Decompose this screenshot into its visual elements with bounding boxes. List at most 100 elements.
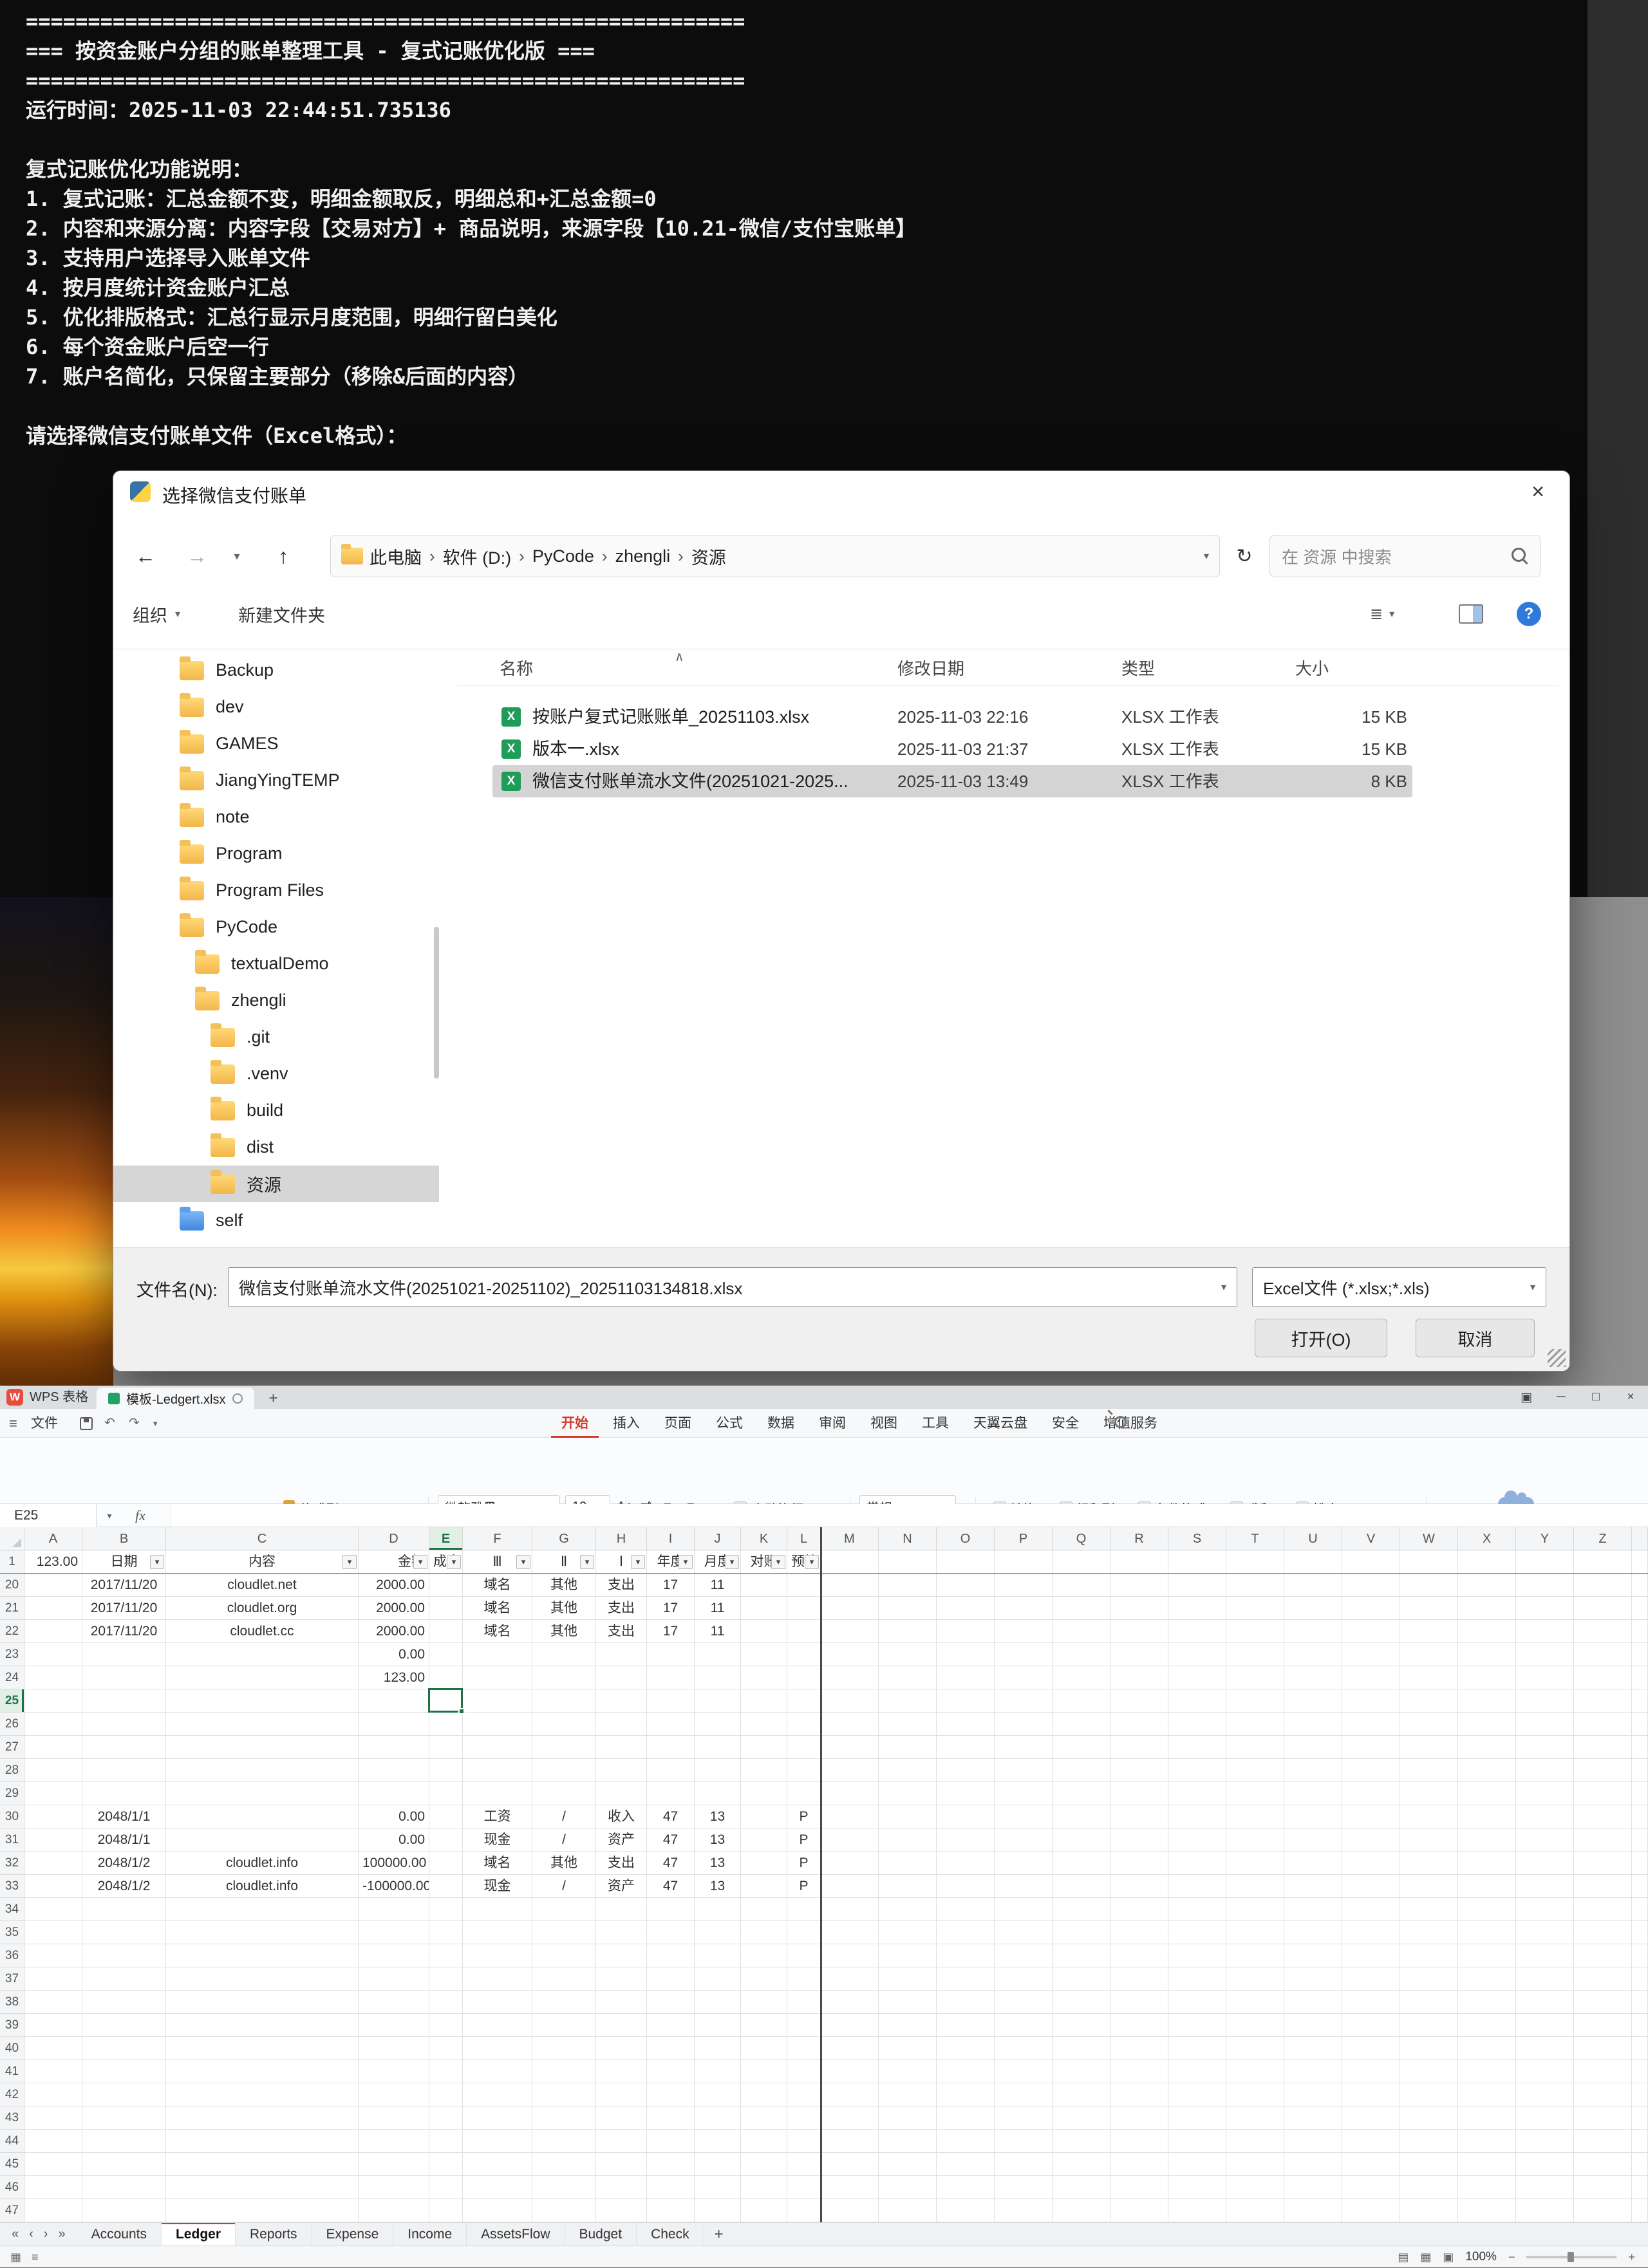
cell-L43[interactable] (787, 2106, 821, 2130)
cell-W21[interactable] (1400, 1597, 1458, 1620)
cell-G22[interactable]: 其他 (532, 1620, 596, 1643)
column-header-U[interactable]: U (1284, 1527, 1342, 1550)
cell-W1[interactable] (1400, 1550, 1458, 1574)
cell-W24[interactable] (1400, 1666, 1458, 1689)
cell-F21[interactable]: 域名 (463, 1597, 532, 1620)
cell-M47[interactable] (821, 2199, 879, 2222)
sidebar-item-textualDemo[interactable]: textualDemo (113, 945, 439, 982)
cell-H41[interactable] (596, 2060, 647, 2083)
zoom-slider-thumb[interactable] (1568, 2252, 1574, 2262)
cell-Z24[interactable] (1574, 1666, 1632, 1689)
cell-V29[interactable] (1342, 1782, 1400, 1805)
cell-A41[interactable] (24, 2060, 82, 2083)
cell-A33[interactable] (24, 1875, 82, 1898)
row-header-31[interactable]: 31 (0, 1828, 24, 1852)
cell-N36[interactable] (879, 1944, 937, 1967)
cell-A29[interactable] (24, 1782, 82, 1805)
cell-P43[interactable] (995, 2106, 1053, 2130)
cell-X28[interactable] (1458, 1759, 1516, 1782)
cell-G43[interactable] (532, 2106, 596, 2130)
cell-W33[interactable] (1400, 1875, 1458, 1898)
sidebar-item-dev[interactable]: dev (113, 689, 439, 725)
cell-G24[interactable] (532, 1666, 596, 1689)
cell-E39[interactable] (429, 2014, 463, 2037)
cell-J33[interactable]: 13 (695, 1875, 741, 1898)
cell-Q25[interactable] (1053, 1689, 1110, 1713)
sheet-tab-Income[interactable]: Income (393, 2223, 467, 2245)
column-header-A[interactable]: A (24, 1527, 82, 1550)
cell-W22[interactable] (1400, 1620, 1458, 1643)
cell-R40[interactable] (1110, 2037, 1168, 2060)
cell-E26[interactable] (429, 1713, 463, 1736)
cell-S46[interactable] (1168, 2176, 1226, 2199)
cell-J23[interactable] (695, 1643, 741, 1666)
cell-M36[interactable] (821, 1944, 879, 1967)
cell-A27[interactable] (24, 1736, 82, 1759)
cell-R47[interactable] (1110, 2199, 1168, 2222)
cell-N21[interactable] (879, 1597, 937, 1620)
cell-Q43[interactable] (1053, 2106, 1110, 2130)
cell-M42[interactable] (821, 2083, 879, 2106)
cell-H24[interactable] (596, 1666, 647, 1689)
cell-I35[interactable] (647, 1921, 695, 1944)
column-header-E[interactable]: E (429, 1527, 463, 1550)
cell-H40[interactable] (596, 2037, 647, 2060)
cell-I47[interactable] (647, 2199, 695, 2222)
cell-C31[interactable] (166, 1828, 359, 1852)
cell-N1[interactable] (879, 1550, 937, 1574)
cell-L21[interactable] (787, 1597, 821, 1620)
cell-R21[interactable] (1110, 1597, 1168, 1620)
cell-K36[interactable] (741, 1944, 787, 1967)
cell-H43[interactable] (596, 2106, 647, 2130)
filter-dropdown-icon[interactable]: ▾ (413, 1555, 427, 1569)
cell-S27[interactable] (1168, 1736, 1226, 1759)
cell-B43[interactable] (82, 2106, 166, 2130)
cell-X32[interactable] (1458, 1852, 1516, 1875)
cell-K33[interactable] (741, 1875, 787, 1898)
cell-H30[interactable]: 收入 (596, 1805, 647, 1828)
ribbon-tab-开始[interactable]: 开始 (551, 1409, 599, 1438)
column-header-size[interactable]: 大小 (1295, 652, 1329, 685)
cell-J1[interactable]: 月度▾ (695, 1550, 741, 1574)
filetype-select[interactable]: Excel文件 (*.xlsx;*.xls) ▾ (1252, 1267, 1546, 1307)
cell-Z47[interactable] (1574, 2199, 1632, 2222)
sheet-tab-Reports[interactable]: Reports (236, 2223, 312, 2245)
previous-sheet-icon[interactable]: ‹ (29, 2227, 33, 2242)
cell-Q42[interactable] (1053, 2083, 1110, 2106)
cell-Q35[interactable] (1053, 1921, 1110, 1944)
cell-W44[interactable] (1400, 2130, 1458, 2153)
cell-X46[interactable] (1458, 2176, 1516, 2199)
view-mode-button[interactable]: ≣ ▾ (1370, 599, 1394, 629)
cell-M40[interactable] (821, 2037, 879, 2060)
cell-D37[interactable] (359, 1967, 429, 1991)
row-header-46[interactable]: 46 (0, 2176, 24, 2199)
sidebar-item-Program[interactable]: Program (113, 835, 439, 872)
sidebar-item-dist[interactable]: dist (113, 1129, 439, 1166)
cell-T23[interactable] (1226, 1643, 1284, 1666)
cell-P40[interactable] (995, 2037, 1053, 2060)
sidebar-item-zhengli[interactable]: zhengli (113, 982, 439, 1019)
cell-B45[interactable] (82, 2153, 166, 2176)
cell-S25[interactable] (1168, 1689, 1226, 1713)
cell-Z39[interactable] (1574, 2014, 1632, 2037)
column-header-W[interactable]: W (1400, 1527, 1458, 1550)
filter-dropdown-icon[interactable]: ▾ (725, 1555, 739, 1569)
cell-I33[interactable]: 47 (647, 1875, 695, 1898)
cell-F24[interactable] (463, 1666, 532, 1689)
cell-C39[interactable] (166, 2014, 359, 2037)
cell-M38[interactable] (821, 1991, 879, 2014)
ribbon-tab-公式[interactable]: 公式 (706, 1409, 753, 1438)
cell-F22[interactable]: 域名 (463, 1620, 532, 1643)
cell-C36[interactable] (166, 1944, 359, 1967)
cell-U45[interactable] (1284, 2153, 1342, 2176)
column-header-P[interactable]: P (995, 1527, 1053, 1550)
wps-app-name[interactable]: WPS 表格 (30, 1386, 88, 1409)
cell-Z20[interactable] (1574, 1574, 1632, 1597)
cell-R24[interactable] (1110, 1666, 1168, 1689)
cell-V23[interactable] (1342, 1643, 1400, 1666)
cell-J45[interactable] (695, 2153, 741, 2176)
cell-V35[interactable] (1342, 1921, 1400, 1944)
cell-I42[interactable] (647, 2083, 695, 2106)
cell-H29[interactable] (596, 1782, 647, 1805)
row-header-22[interactable]: 22 (0, 1620, 24, 1643)
